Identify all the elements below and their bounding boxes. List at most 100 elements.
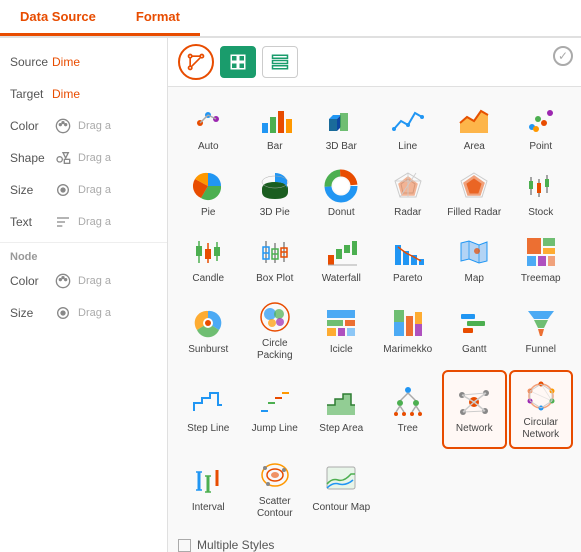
interval-icon — [190, 463, 226, 499]
chart-item-candle[interactable]: Candle — [176, 227, 241, 291]
chart-item-interval[interactable]: Interval — [176, 451, 241, 526]
chart-item-sunburst[interactable]: Sunburst — [176, 293, 241, 368]
text-label: Text — [10, 215, 52, 229]
chart-item-stock[interactable]: Stock — [509, 161, 574, 225]
step-area-icon — [323, 384, 359, 420]
chart-item-pie[interactable]: Pie — [176, 161, 241, 225]
radar-label: Radar — [394, 207, 421, 219]
chart-item-bar[interactable]: Bar — [243, 95, 308, 159]
chart-item-map[interactable]: Map — [442, 227, 507, 291]
contour-map-label: Contour Map — [312, 502, 370, 514]
tab-format[interactable]: Format — [116, 0, 200, 36]
chart-item-step-line[interactable]: Step Line — [176, 370, 241, 449]
candle-label: Candle — [192, 273, 224, 285]
node-size-icon — [52, 302, 74, 324]
stock-icon — [523, 168, 559, 204]
circular-network-icon — [523, 378, 559, 414]
main-content: Source Dime Target Dime Color Drag a Sha… — [0, 38, 581, 552]
scatter-contour-label: Scatter Contour — [245, 496, 306, 520]
chart-grid: Auto Bar — [168, 87, 581, 534]
area-label: Area — [464, 141, 485, 153]
chart-item-line[interactable]: Line — [376, 95, 441, 159]
chart-item-contour-map[interactable]: Contour Map — [309, 451, 374, 526]
text-icon — [52, 211, 74, 233]
sunburst-label: Sunburst — [188, 344, 228, 356]
chart-item-jump-line[interactable]: Jump Line — [243, 370, 308, 449]
toolbar-btn-2[interactable] — [220, 46, 256, 78]
line-icon — [390, 102, 426, 138]
chart-item-radar[interactable]: Radar — [376, 161, 441, 225]
chart-item-icicle[interactable]: Icicle — [309, 293, 374, 368]
chart-item-pareto[interactable]: Pareto — [376, 227, 441, 291]
stock-label: Stock — [528, 207, 553, 219]
area-icon — [456, 102, 492, 138]
tree-icon — [390, 384, 426, 420]
source-value: Dime — [52, 55, 157, 69]
filled-radar-label: Filled Radar — [447, 207, 501, 219]
chart-item-network[interactable]: Network — [442, 370, 507, 449]
chart-item-auto[interactable]: Auto — [176, 95, 241, 159]
chart-item-donut[interactable]: Donut — [309, 161, 374, 225]
node-section: Node — [0, 247, 167, 265]
chart-type-toolbar: ✓ — [168, 38, 581, 87]
chart-item-area[interactable]: Area — [442, 95, 507, 159]
chart-item-tree[interactable]: Tree — [376, 370, 441, 449]
chart-item-marimekko[interactable]: Marimekko — [376, 293, 441, 368]
text-drag: Drag a — [78, 216, 157, 228]
node-color-field: Color Drag a — [0, 265, 167, 297]
sunburst-icon — [190, 305, 226, 341]
funnel-label: Funnel — [525, 344, 556, 356]
chart-item-step-area[interactable]: Step Area — [309, 370, 374, 449]
chart-item-treemap[interactable]: Treemap — [509, 227, 574, 291]
point-label: Point — [529, 141, 552, 153]
donut-label: Donut — [328, 207, 355, 219]
filled-radar-icon — [456, 168, 492, 204]
auto-icon — [190, 102, 226, 138]
divider — [0, 242, 167, 243]
node-size-drag: Drag a — [78, 307, 157, 319]
3dbar-icon — [323, 102, 359, 138]
chart-type-toggle-btn[interactable] — [178, 44, 214, 80]
right-panel: ✓ Auto — [168, 38, 581, 552]
source-field: Source Dime — [0, 46, 167, 78]
3dbar-label: 3D Bar — [326, 141, 357, 153]
color-drag: Drag a — [78, 120, 157, 132]
chart-item-point[interactable]: Point — [509, 95, 574, 159]
chart-item-waterfall[interactable]: Waterfall — [309, 227, 374, 291]
target-label: Target — [10, 87, 52, 101]
contour-map-icon — [323, 463, 359, 499]
chart-item-circle-packing[interactable]: Circle Packing — [243, 293, 308, 368]
size-icon — [52, 179, 74, 201]
chart-item-scatter-contour[interactable]: Scatter Contour — [243, 451, 308, 526]
chart-item-box-plot[interactable]: Box Plot — [243, 227, 308, 291]
marimekko-label: Marimekko — [383, 344, 432, 356]
gantt-icon — [456, 305, 492, 341]
icicle-label: Icicle — [330, 344, 353, 356]
interval-label: Interval — [192, 502, 225, 514]
text-field: Text Drag a — [0, 206, 167, 238]
map-label: Map — [465, 273, 484, 285]
tree-label: Tree — [398, 423, 418, 435]
step-line-icon — [190, 384, 226, 420]
jump-line-label: Jump Line — [252, 423, 298, 435]
point-icon — [523, 102, 559, 138]
target-value: Dime — [52, 87, 157, 101]
shape-field: Shape Drag a — [0, 142, 167, 174]
chart-item-3dpie[interactable]: 3D Pie — [243, 161, 308, 225]
source-label: Source — [10, 55, 52, 69]
chart-item-funnel[interactable]: Funnel — [509, 293, 574, 368]
left-panel: Source Dime Target Dime Color Drag a Sha… — [0, 38, 168, 552]
tab-bar: Data Source Format — [0, 0, 581, 38]
toolbar-btn-3[interactable] — [262, 46, 298, 78]
color-field: Color Drag a — [0, 110, 167, 142]
multiple-styles-checkbox[interactable] — [178, 539, 191, 552]
chart-item-circular-network[interactable]: Circular Network — [509, 370, 574, 449]
circle-packing-label: Circle Packing — [245, 338, 306, 362]
target-field: Target Dime — [0, 78, 167, 110]
map-icon — [456, 234, 492, 270]
chart-item-3dbar[interactable]: 3D Bar — [309, 95, 374, 159]
chart-item-gantt[interactable]: Gantt — [442, 293, 507, 368]
network-icon — [456, 384, 492, 420]
tab-data-source[interactable]: Data Source — [0, 0, 116, 36]
chart-item-filled-radar[interactable]: Filled Radar — [442, 161, 507, 225]
